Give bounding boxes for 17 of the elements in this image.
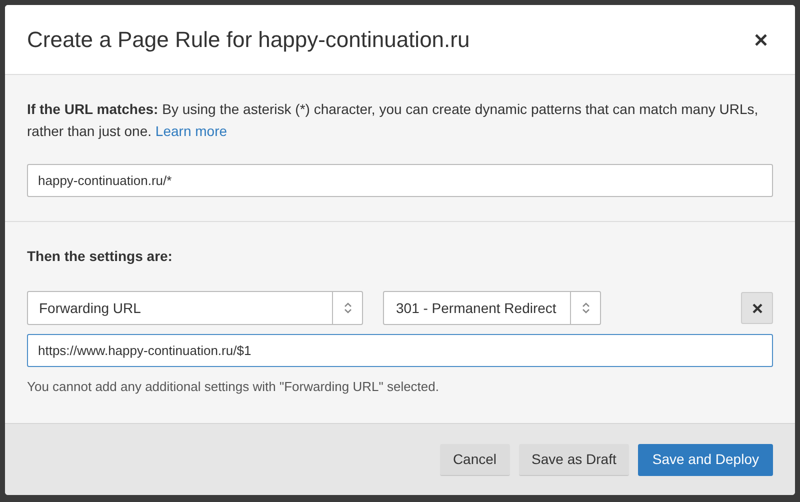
secondary-button[interactable]: Cancel	[440, 444, 510, 476]
learn-more-link[interactable]: Learn more	[155, 123, 228, 139]
save-deploy-button[interactable]: Save and Deploy	[638, 444, 773, 476]
url-pattern-field[interactable]: happy-continuation.ru/*	[27, 164, 773, 197]
close-icon	[752, 302, 762, 314]
close-icon	[754, 32, 768, 46]
secondary-button[interactable]: Save as Draft	[518, 444, 630, 476]
setting-select[interactable]: Forwarding URL	[27, 291, 363, 325]
stepper-icon	[344, 302, 352, 314]
url-match-description: If the URL matches: By using the asterisk (*) character, you can create dynamic patterns that can match many URLs, rather than just one. Learn more	[27, 100, 760, 141]
settings-label: Then the settings are:	[27, 247, 174, 266]
stepper-icon	[582, 302, 590, 314]
settings-note: You cannot add any additional settings with "Forwarding URL" selected.	[27, 378, 440, 396]
dialog-title: Create a Page Rule for happy-continuation.ru	[27, 26, 470, 54]
remove-setting-button[interactable]	[741, 292, 773, 324]
status-code-select[interactable]: 301 - Permanent Redirect	[383, 291, 601, 325]
destination-url-field[interactable]: https://www.happy-continuation.ru/$1	[27, 334, 773, 367]
